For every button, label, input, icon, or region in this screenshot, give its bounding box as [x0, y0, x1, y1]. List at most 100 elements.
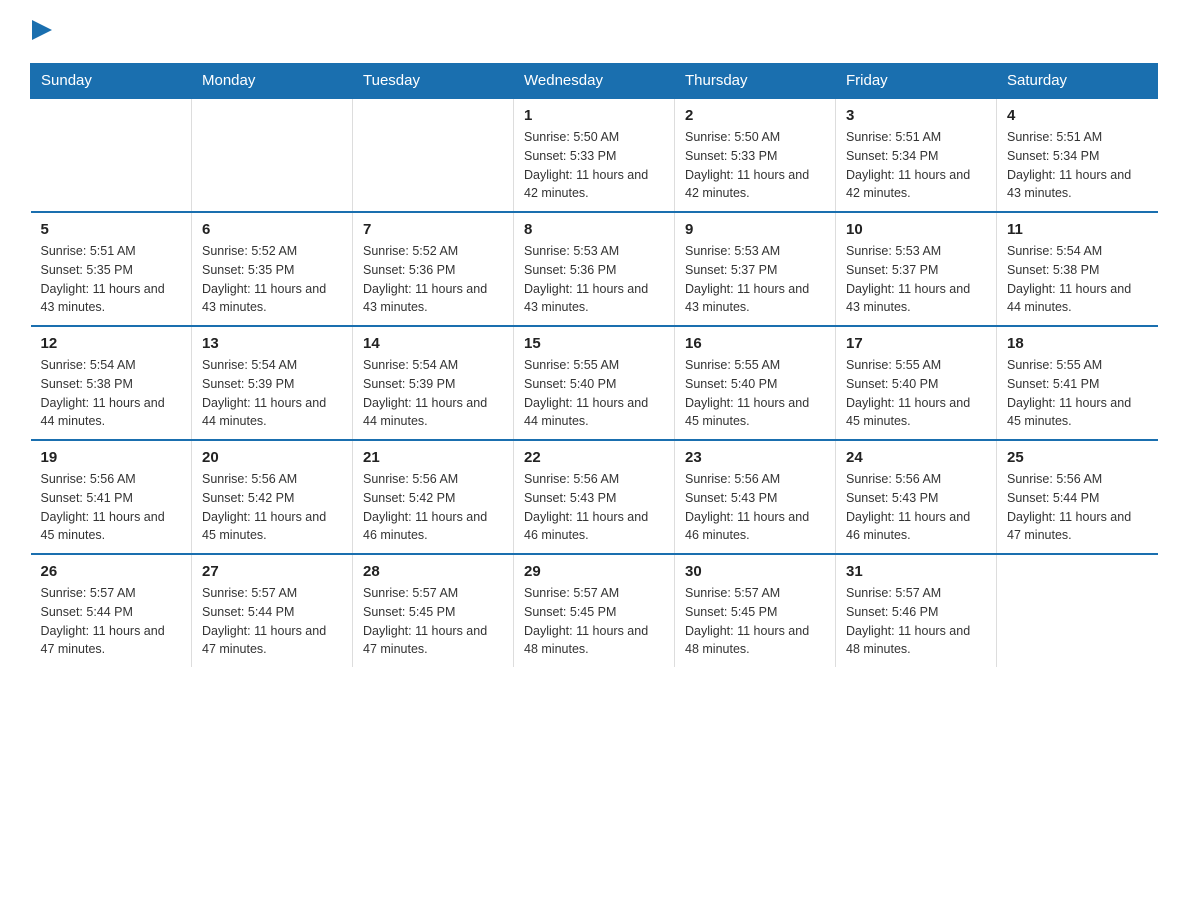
day-number: 30: [685, 563, 825, 580]
day-number: 18: [1007, 335, 1148, 352]
day-number: 1: [524, 107, 664, 124]
day-info: Sunrise: 5:56 AM Sunset: 5:43 PM Dayligh…: [685, 470, 825, 545]
calendar-cell: 6 Sunrise: 5:52 AM Sunset: 5:35 PM Daylig…: [192, 212, 353, 326]
day-info: Sunrise: 5:56 AM Sunset: 5:43 PM Dayligh…: [524, 470, 664, 545]
header-row: Sunday Monday Tuesday Wednesday Thursday…: [31, 64, 1158, 99]
day-info: Sunrise: 5:54 AM Sunset: 5:38 PM Dayligh…: [41, 356, 182, 431]
logo-arrow-icon: [32, 20, 52, 40]
day-number: 28: [363, 563, 503, 580]
day-info: Sunrise: 5:50 AM Sunset: 5:33 PM Dayligh…: [685, 128, 825, 203]
calendar-cell: 9 Sunrise: 5:53 AM Sunset: 5:37 PM Daylig…: [675, 212, 836, 326]
day-info: Sunrise: 5:53 AM Sunset: 5:37 PM Dayligh…: [685, 242, 825, 317]
day-info: Sunrise: 5:55 AM Sunset: 5:41 PM Dayligh…: [1007, 356, 1148, 431]
day-number: 14: [363, 335, 503, 352]
calendar-cell: 12 Sunrise: 5:54 AM Sunset: 5:38 PM Dayli…: [31, 326, 192, 440]
calendar-row: 19 Sunrise: 5:56 AM Sunset: 5:41 PM Dayli…: [31, 440, 1158, 554]
day-number: 27: [202, 563, 342, 580]
day-info: Sunrise: 5:55 AM Sunset: 5:40 PM Dayligh…: [846, 356, 986, 431]
calendar-cell: 31Sunrise: 5:57 AM Sunset: 5:46 PM Dayli…: [836, 554, 997, 667]
day-info: Sunrise: 5:54 AM Sunset: 5:38 PM Dayligh…: [1007, 242, 1148, 317]
calendar-cell: 11 Sunrise: 5:54 AM Sunset: 5:38 PM Dayli…: [997, 212, 1158, 326]
calendar-cell: 25 Sunrise: 5:56 AM Sunset: 5:44 PM Dayli…: [997, 440, 1158, 554]
day-info: Sunrise: 5:56 AM Sunset: 5:44 PM Dayligh…: [1007, 470, 1148, 545]
calendar-cell: 4Sunrise: 5:51 AM Sunset: 5:34 PM Daylig…: [997, 98, 1158, 212]
day-info: Sunrise: 5:57 AM Sunset: 5:44 PM Dayligh…: [202, 584, 342, 659]
calendar-cell: 19 Sunrise: 5:56 AM Sunset: 5:41 PM Dayli…: [31, 440, 192, 554]
day-number: 5: [41, 221, 182, 238]
calendar-cell: 5 Sunrise: 5:51 AM Sunset: 5:35 PM Daylig…: [31, 212, 192, 326]
col-thursday: Thursday: [675, 64, 836, 99]
day-info: Sunrise: 5:56 AM Sunset: 5:42 PM Dayligh…: [363, 470, 503, 545]
col-monday: Monday: [192, 64, 353, 99]
day-info: Sunrise: 5:52 AM Sunset: 5:36 PM Dayligh…: [363, 242, 503, 317]
day-info: Sunrise: 5:57 AM Sunset: 5:45 PM Dayligh…: [363, 584, 503, 659]
day-number: 3: [846, 107, 986, 124]
calendar-cell: 16 Sunrise: 5:55 AM Sunset: 5:40 PM Dayli…: [675, 326, 836, 440]
calendar-cell: 24Sunrise: 5:56 AM Sunset: 5:43 PM Dayli…: [836, 440, 997, 554]
day-info: Sunrise: 5:55 AM Sunset: 5:40 PM Dayligh…: [524, 356, 664, 431]
day-number: 25: [1007, 449, 1148, 466]
col-sunday: Sunday: [31, 64, 192, 99]
day-number: 22: [524, 449, 664, 466]
calendar-cell: 17 Sunrise: 5:55 AM Sunset: 5:40 PM Dayli…: [836, 326, 997, 440]
day-info: Sunrise: 5:51 AM Sunset: 5:35 PM Dayligh…: [41, 242, 182, 317]
calendar-cell: 23 Sunrise: 5:56 AM Sunset: 5:43 PM Dayli…: [675, 440, 836, 554]
calendar-header: Sunday Monday Tuesday Wednesday Thursday…: [31, 64, 1158, 99]
calendar-cell: 2Sunrise: 5:50 AM Sunset: 5:33 PM Daylig…: [675, 98, 836, 212]
day-info: Sunrise: 5:51 AM Sunset: 5:34 PM Dayligh…: [846, 128, 986, 203]
day-info: Sunrise: 5:56 AM Sunset: 5:43 PM Dayligh…: [846, 470, 986, 545]
calendar-body: 1 Sunrise: 5:50 AM Sunset: 5:33 PM Daylig…: [31, 98, 1158, 667]
day-info: Sunrise: 5:54 AM Sunset: 5:39 PM Dayligh…: [363, 356, 503, 431]
calendar-row: 1 Sunrise: 5:50 AM Sunset: 5:33 PM Daylig…: [31, 98, 1158, 212]
day-info: Sunrise: 5:50 AM Sunset: 5:33 PM Dayligh…: [524, 128, 664, 203]
day-number: 23: [685, 449, 825, 466]
day-number: 19: [41, 449, 182, 466]
day-number: 17: [846, 335, 986, 352]
day-number: 29: [524, 563, 664, 580]
calendar-cell: 29 Sunrise: 5:57 AM Sunset: 5:45 PM Dayli…: [514, 554, 675, 667]
day-number: 13: [202, 335, 342, 352]
calendar-cell: 30 Sunrise: 5:57 AM Sunset: 5:45 PM Dayli…: [675, 554, 836, 667]
calendar-table: Sunday Monday Tuesday Wednesday Thursday…: [30, 63, 1158, 667]
day-info: Sunrise: 5:56 AM Sunset: 5:41 PM Dayligh…: [41, 470, 182, 545]
page-header: [30, 20, 1158, 45]
day-number: 15: [524, 335, 664, 352]
day-number: 11: [1007, 221, 1148, 238]
day-number: 21: [363, 449, 503, 466]
day-info: Sunrise: 5:53 AM Sunset: 5:37 PM Dayligh…: [846, 242, 986, 317]
day-info: Sunrise: 5:52 AM Sunset: 5:35 PM Dayligh…: [202, 242, 342, 317]
day-info: Sunrise: 5:57 AM Sunset: 5:46 PM Dayligh…: [846, 584, 986, 659]
calendar-cell: [997, 554, 1158, 667]
day-number: 16: [685, 335, 825, 352]
day-number: 6: [202, 221, 342, 238]
calendar-cell: 20Sunrise: 5:56 AM Sunset: 5:42 PM Dayli…: [192, 440, 353, 554]
col-tuesday: Tuesday: [353, 64, 514, 99]
calendar-cell: 1 Sunrise: 5:50 AM Sunset: 5:33 PM Daylig…: [514, 98, 675, 212]
calendar-cell: 22 Sunrise: 5:56 AM Sunset: 5:43 PM Dayli…: [514, 440, 675, 554]
logo: [30, 20, 52, 45]
col-friday: Friday: [836, 64, 997, 99]
day-info: Sunrise: 5:51 AM Sunset: 5:34 PM Dayligh…: [1007, 128, 1148, 203]
day-number: 26: [41, 563, 182, 580]
day-info: Sunrise: 5:55 AM Sunset: 5:40 PM Dayligh…: [685, 356, 825, 431]
day-number: 8: [524, 221, 664, 238]
day-number: 12: [41, 335, 182, 352]
calendar-cell: 14 Sunrise: 5:54 AM Sunset: 5:39 PM Dayli…: [353, 326, 514, 440]
calendar-cell: 7Sunrise: 5:52 AM Sunset: 5:36 PM Daylig…: [353, 212, 514, 326]
calendar-cell: 18 Sunrise: 5:55 AM Sunset: 5:41 PM Dayli…: [997, 326, 1158, 440]
day-info: Sunrise: 5:57 AM Sunset: 5:45 PM Dayligh…: [685, 584, 825, 659]
calendar-cell: [353, 98, 514, 212]
col-saturday: Saturday: [997, 64, 1158, 99]
calendar-cell: 21 Sunrise: 5:56 AM Sunset: 5:42 PM Dayli…: [353, 440, 514, 554]
calendar-cell: 3 Sunrise: 5:51 AM Sunset: 5:34 PM Daylig…: [836, 98, 997, 212]
day-number: 9: [685, 221, 825, 238]
day-info: Sunrise: 5:53 AM Sunset: 5:36 PM Dayligh…: [524, 242, 664, 317]
calendar-cell: [192, 98, 353, 212]
calendar-cell: 28 Sunrise: 5:57 AM Sunset: 5:45 PM Dayli…: [353, 554, 514, 667]
day-number: 10: [846, 221, 986, 238]
day-info: Sunrise: 5:57 AM Sunset: 5:45 PM Dayligh…: [524, 584, 664, 659]
calendar-cell: 27 Sunrise: 5:57 AM Sunset: 5:44 PM Dayli…: [192, 554, 353, 667]
calendar-cell: 13Sunrise: 5:54 AM Sunset: 5:39 PM Dayli…: [192, 326, 353, 440]
calendar-cell: 10 Sunrise: 5:53 AM Sunset: 5:37 PM Dayli…: [836, 212, 997, 326]
calendar-row: 5 Sunrise: 5:51 AM Sunset: 5:35 PM Daylig…: [31, 212, 1158, 326]
